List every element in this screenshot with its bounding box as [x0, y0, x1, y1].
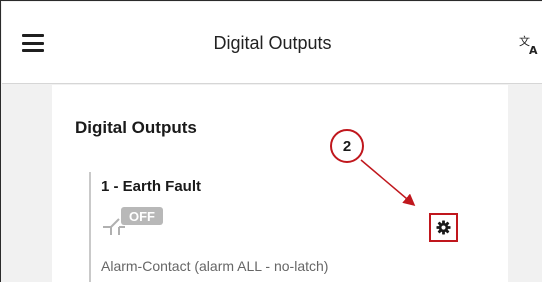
page-title: Digital Outputs [213, 32, 332, 53]
output-settings-button[interactable] [429, 213, 458, 242]
svg-text:A: A [529, 44, 538, 56]
output-state-label: OFF [129, 209, 155, 224]
app-header: Digital Outputs 文 A [2, 2, 542, 84]
output-name: 1 - Earth Fault [101, 178, 202, 195]
panel-title: Digital Outputs [75, 118, 197, 137]
hamburger-menu-icon[interactable] [22, 34, 44, 52]
output-state-off-icon: OFF [103, 207, 163, 235]
app-window: Digital Outputs 文 A Digital Outputs 1 - … [0, 0, 542, 282]
translate-icon[interactable]: 文 A [518, 34, 542, 56]
output-description: Alarm-Contact (alarm ALL - no-latch) [101, 258, 329, 274]
digital-outputs-panel: Digital Outputs 1 - Earth Fault OFF Alar… [52, 85, 508, 282]
callout-number-badge: 2 [330, 129, 364, 163]
gear-icon [436, 220, 451, 235]
